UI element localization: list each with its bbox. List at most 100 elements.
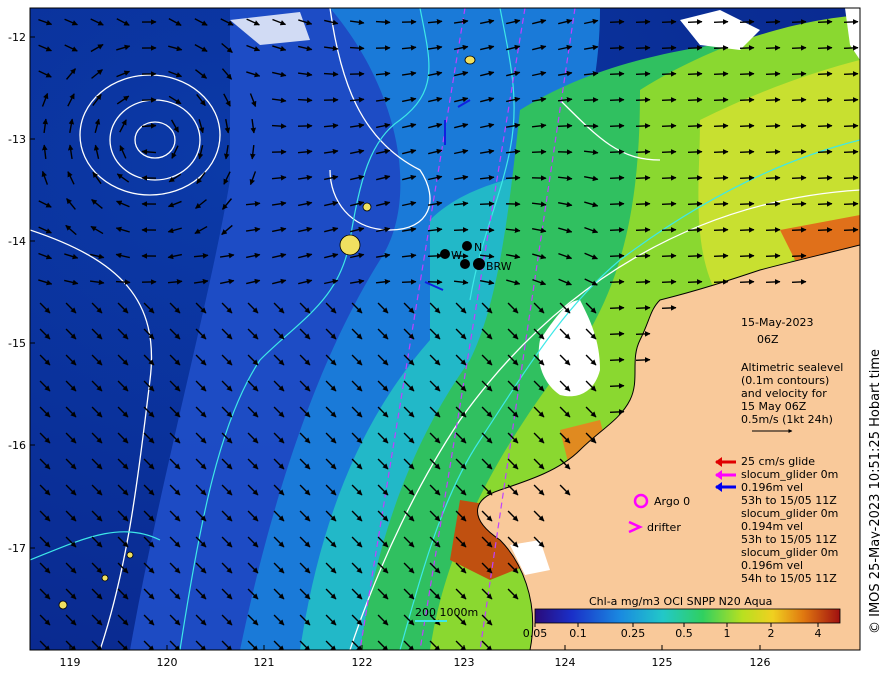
velocity-arrow <box>765 201 781 207</box>
velocity-arrow <box>635 19 651 25</box>
velocity-arrow <box>609 331 625 337</box>
station-w-marker <box>440 249 450 259</box>
credit-text: © IMOS 25-May-2023 10:51:25 Hobart time <box>868 349 880 634</box>
velocity-arrow <box>661 175 677 181</box>
lon-tick-label: 126 <box>750 656 771 669</box>
velocity-arrow <box>765 97 781 103</box>
colorbar-tick-label: 0.05 <box>523 627 548 640</box>
velocity-arrow <box>687 227 703 233</box>
velocity-arrow <box>739 19 755 25</box>
velocity-arrow <box>791 71 807 77</box>
velocity-arrow <box>739 123 755 129</box>
velocity-arrow <box>843 123 859 129</box>
velocity-arrow <box>791 19 807 25</box>
description-line-5: 0.5m/s (1kt 24h) <box>741 413 833 426</box>
velocity-arrow <box>817 201 833 207</box>
velocity-arrow <box>713 19 729 25</box>
velocity-arrow <box>635 279 651 285</box>
lat-tick-label: -17 <box>8 542 26 555</box>
velocity-arrow <box>739 45 755 51</box>
velocity-arrow <box>739 71 755 77</box>
velocity-arrow <box>765 149 781 155</box>
velocity-arrow <box>687 279 703 285</box>
velocity-arrow <box>791 175 807 181</box>
colorbar-tick-label: 0.1 <box>569 627 587 640</box>
station-label-w: W <box>451 249 462 262</box>
lon-tick-label: 124 <box>555 656 576 669</box>
velocity-arrow <box>817 149 833 155</box>
velocity-arrow <box>713 123 729 129</box>
velocity-arrow <box>609 409 625 415</box>
velocity-arrow <box>661 253 677 259</box>
velocity-arrow <box>635 227 651 233</box>
velocity-arrow <box>713 71 729 77</box>
velocity-arrow <box>661 71 677 77</box>
station-n-marker <box>462 241 472 251</box>
velocity-arrow <box>687 19 703 25</box>
velocity-arrow <box>713 97 729 103</box>
velocity-arrow <box>843 149 859 155</box>
velocity-arrow <box>739 201 755 207</box>
station-label-brw: BRW <box>486 260 512 273</box>
velocity-arrow <box>791 279 807 285</box>
velocity-arrow <box>635 45 651 51</box>
velocity-arrow <box>843 175 859 181</box>
velocity-arrow <box>713 45 729 51</box>
velocity-arrow <box>739 149 755 155</box>
velocity-arrow <box>479 201 495 207</box>
velocity-arrow <box>713 253 729 259</box>
glider-entry-7: slocum_glider 0m <box>741 546 838 559</box>
velocity-arrow <box>635 149 651 155</box>
velocity-arrow <box>661 45 677 51</box>
description-line-1: Altimetric sealevel <box>741 361 843 374</box>
lat-tick-label: -12 <box>8 31 26 44</box>
velocity-arrow <box>765 19 781 25</box>
colorbar-tick-label: 1 <box>724 627 731 640</box>
velocity-arrow <box>817 175 833 181</box>
velocity-arrow <box>661 227 677 233</box>
velocity-arrow <box>635 97 651 103</box>
velocity-arrow <box>609 253 625 259</box>
velocity-arrow <box>713 201 729 207</box>
velocity-arrow <box>635 357 651 363</box>
colorbar-gradient <box>534 608 841 624</box>
velocity-arrow <box>765 227 781 233</box>
lon-tick-label: 123 <box>454 656 475 669</box>
velocity-arrow <box>791 123 807 129</box>
velocity-arrow <box>635 201 651 207</box>
lat-tick-label: -16 <box>8 439 26 452</box>
glider-entry-3: 53h to 15/05 11Z <box>741 494 837 507</box>
velocity-arrow <box>271 123 287 129</box>
velocity-arrow <box>687 71 703 77</box>
velocity-arrow <box>791 227 807 233</box>
velocity-arrow <box>375 19 391 25</box>
velocity-arrow <box>843 227 859 233</box>
station-label-n: N <box>474 241 482 254</box>
glider-entry-9: 54h to 15/05 11Z <box>741 572 837 585</box>
velocity-arrow <box>661 97 677 103</box>
glider-speed-label: 25 cm/s glide <box>741 455 815 468</box>
velocity-arrow <box>713 279 729 285</box>
map-plot-area: W N BRW <box>30 8 860 650</box>
velocity-arrow <box>843 45 859 51</box>
velocity-arrow <box>609 45 625 51</box>
description-line-3: and velocity for <box>741 387 827 400</box>
velocity-arrow <box>635 253 651 259</box>
velocity-arrow <box>453 227 469 233</box>
description-line-2: (0.1m contours) <box>741 374 829 387</box>
velocity-arrow <box>609 123 625 129</box>
velocity-arrow <box>609 149 625 155</box>
velocity-arrow <box>843 97 859 103</box>
velocity-arrow <box>817 71 833 77</box>
description-line-4: 15 May 06Z <box>741 400 807 413</box>
glider-entry-4: slocum_glider 0m <box>741 507 838 520</box>
velocity-arrow <box>583 97 599 103</box>
drifter-label: drifter <box>647 521 681 534</box>
glider-entry-2: 0.196m vel <box>741 481 803 494</box>
velocity-arrow <box>661 123 677 129</box>
lon-tick-label: 119 <box>60 656 81 669</box>
velocity-arrow <box>739 253 755 259</box>
velocity-arrow <box>713 149 729 155</box>
lat-tick-label: -15 <box>8 337 26 350</box>
colorbar-title: Chl-a mg/m3 OCI SNPP N20 Aqua <box>589 595 772 608</box>
